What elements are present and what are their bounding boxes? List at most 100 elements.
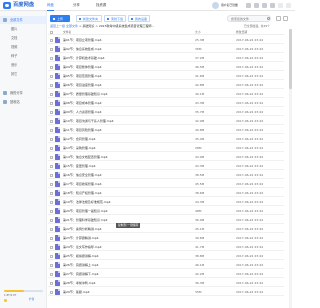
file-name[interactable]: 第19节：法律法规及标准规范.mp4: [63, 198, 111, 206]
row-checkbox[interactable]: [50, 146, 53, 150]
table-row[interactable]: 第07节：质量管理基础知识.mp4 40.1M 2017-06-22 23:44: [48, 90, 284, 98]
table-row[interactable]: 第04节：项目整体管理.mp4 46.5M 2017-06-22 23:44: [48, 63, 284, 71]
file-name[interactable]: 第07节：质量管理基础知识.mp4: [63, 90, 108, 98]
skin-icon[interactable]: [262, 3, 267, 8]
row-checkbox[interactable]: [50, 92, 53, 96]
file-name[interactable]: 第25节：模拟题讲解.mp4: [63, 252, 99, 260]
file-name[interactable]: 第15节：变更管理.mp4: [63, 162, 96, 170]
file-name[interactable]: 第04节：项目整体管理.mp4: [63, 63, 102, 71]
row-checkbox[interactable]: [50, 281, 53, 285]
table-row[interactable]: 第29节：答疑.mp4 35M 2017-06-22 23:44: [48, 288, 284, 296]
menu-icon[interactable]: [270, 3, 275, 8]
table-row[interactable]: 第01节：项目立项管理.mp4 25.3M 2017-06-22 23:44: [48, 36, 284, 44]
table-row[interactable]: 第06节：项目进度管理.mp4 42.8M 2017-06-22 23:44: [48, 81, 284, 89]
file-name[interactable]: 第28节：考前冲刺.mp4: [63, 279, 96, 287]
sidebar-item-others[interactable]: 其它: [0, 70, 47, 78]
new-folder-button[interactable]: 新建文件夹: [76, 15, 102, 22]
table-row[interactable]: 第18节：知识产权管理.mp4 38.6M 2017-06-22 23:44: [48, 189, 284, 197]
row-checkbox[interactable]: [50, 263, 53, 267]
tab-netdisk[interactable]: 网盘: [47, 3, 54, 11]
row-checkbox[interactable]: [50, 101, 53, 105]
row-checkbox[interactable]: [50, 110, 53, 114]
file-name[interactable]: 第14节：信息文档配置管理.mp4: [63, 153, 108, 161]
minimize-icon[interactable]: [278, 3, 283, 8]
row-checkbox[interactable]: [50, 47, 53, 51]
search-icon[interactable]: [267, 17, 270, 20]
row-checkbox[interactable]: [50, 173, 53, 177]
sidebar-item-images[interactable]: 图片: [0, 25, 47, 33]
table-row[interactable]: 第21节：管理科学基础知识.mp4 36.9M 2017-06-22 23:44: [48, 216, 284, 224]
back-link[interactable]: 返回上一级: [50, 24, 65, 28]
sidebar-item-documents[interactable]: 文档: [0, 34, 47, 42]
select-all-checkbox[interactable]: [50, 30, 53, 34]
settings-icon[interactable]: [254, 3, 259, 8]
file-name[interactable]: 第17节：项目收尾管理.mp4: [63, 180, 102, 188]
sidebar-item-torrents[interactable]: 种子: [0, 52, 47, 60]
row-checkbox[interactable]: [50, 65, 53, 69]
offline-download-button[interactable]: 离线下载: [104, 15, 126, 22]
tab-find-resources[interactable]: 找资源: [96, 3, 106, 8]
row-checkbox[interactable]: [50, 191, 53, 195]
row-checkbox[interactable]: [50, 227, 53, 231]
search-input[interactable]: [227, 15, 271, 22]
row-checkbox[interactable]: [50, 119, 53, 123]
file-name[interactable]: 第10节：项目沟通与干系人管理.mp4: [63, 117, 114, 125]
file-name[interactable]: 第05节：项目范围管理.mp4: [63, 72, 102, 80]
file-name[interactable]: 第23节：计算题精讲.mp4: [63, 234, 99, 242]
file-name[interactable]: 第06节：项目进度管理.mp4: [63, 81, 102, 89]
row-checkbox[interactable]: [50, 83, 53, 87]
table-row[interactable]: 第26节：真题讲解上.mp4 46.1M 2017-06-22 23:44: [48, 261, 284, 269]
file-name[interactable]: 第12节：合同管理.mp4: [63, 135, 96, 143]
sidebar-item-all-files[interactable]: 全部文件: [0, 16, 47, 24]
scrollbar-thumb[interactable]: [289, 29, 292, 89]
grid-view-icon[interactable]: [283, 16, 288, 21]
sidebar-item-recycle-bin[interactable]: 回收站: [0, 98, 47, 106]
table-row[interactable]: 第05节：项目范围管理.mp4 41.6M 2017-06-22 23:44: [48, 72, 284, 80]
breadcrumb-all-files[interactable]: 全部文件: [66, 24, 78, 28]
file-name[interactable]: 第08节：项目成本管理.mp4: [63, 99, 102, 107]
sidebar-item-videos[interactable]: 视频: [0, 43, 47, 51]
table-row[interactable]: 第10节：项目沟通与干系人管理.mp4 42.9M 2017-06-22 23:44: [48, 117, 284, 125]
table-row[interactable]: 第12节：合同管理.mp4 45.4M 2017-06-22 23:44: [48, 135, 284, 143]
table-row[interactable]: 第09节：人力资源管理.mp4 35.7M 2017-06-22 23:44: [48, 108, 284, 116]
file-name[interactable]: 第20节：项目管理一般知识.mp4: [63, 207, 108, 215]
file-name[interactable]: 第03节：计算机技术基础.mp4: [63, 54, 105, 62]
table-row[interactable]: 第28节：考前冲刺.mp4 36.3M 2017-06-22 23:44: [48, 279, 284, 287]
file-name[interactable]: 第09节：人力资源管理.mp4: [63, 108, 102, 116]
file-name[interactable]: 第27节：真题讲解下.mp4: [63, 270, 99, 278]
row-checkbox[interactable]: [50, 155, 53, 159]
row-checkbox[interactable]: [50, 56, 53, 60]
table-row[interactable]: 第25节：模拟题讲解.mp4 38.8M 2017-06-22 23:44: [48, 252, 284, 260]
column-date-header[interactable]: 修改日期: [236, 29, 247, 35]
table-row[interactable]: 第11节：项目风险管理.mp4 40.8M 2017-06-22 23:44: [48, 126, 284, 134]
table-row[interactable]: 第22节：案例分析精讲.mp4 45.1M 2017-06-22 23:44: [48, 225, 284, 233]
row-checkbox[interactable]: [50, 182, 53, 186]
row-checkbox[interactable]: [50, 209, 53, 213]
file-name[interactable]: 第18节：知识产权管理.mp4: [63, 189, 102, 197]
row-checkbox[interactable]: [50, 254, 53, 258]
table-row[interactable]: 第08节：项目成本管理.mp4 43.3M 2017-06-22 23:44: [48, 99, 284, 107]
column-size-header[interactable]: 大小: [195, 29, 201, 35]
row-checkbox[interactable]: [50, 290, 53, 294]
row-checkbox[interactable]: [50, 236, 53, 240]
row-checkbox[interactable]: [50, 245, 53, 249]
row-checkbox[interactable]: [50, 137, 53, 141]
row-checkbox[interactable]: [50, 74, 53, 78]
avatar[interactable]: [212, 2, 219, 9]
expand-storage-button[interactable]: 扩容: [29, 298, 34, 302]
row-checkbox[interactable]: [50, 272, 53, 276]
file-name[interactable]: 第02节：信息系统集成.mp4: [63, 45, 102, 53]
list-view-icon[interactable]: [276, 16, 281, 21]
file-name[interactable]: 第13节：采购管理.mp4: [63, 144, 96, 152]
sidebar-item-music[interactable]: 音乐: [0, 61, 47, 69]
row-checkbox[interactable]: [50, 128, 53, 132]
app-brand[interactable]: 百度网盘: [13, 2, 34, 9]
file-name[interactable]: 第01节：项目立项管理.mp4: [63, 36, 102, 44]
upload-button[interactable]: 上传: [50, 15, 70, 22]
close-icon[interactable]: [286, 3, 291, 8]
file-name[interactable]: 第24节：论文写作指导.mp4: [63, 243, 102, 251]
table-row[interactable]: 第19节：法律法规及标准规范.mp4 44.3M 2017-06-22 23:44: [48, 198, 284, 206]
table-row[interactable]: 第15节：变更管理.mp4 43.3M 2017-06-22 23:44: [48, 162, 284, 170]
table-row[interactable]: 第27节：真题讲解下.mp4 42.2M 2017-06-22 23:44: [48, 270, 284, 278]
cloud-logo-icon[interactable]: [3, 2, 11, 9]
